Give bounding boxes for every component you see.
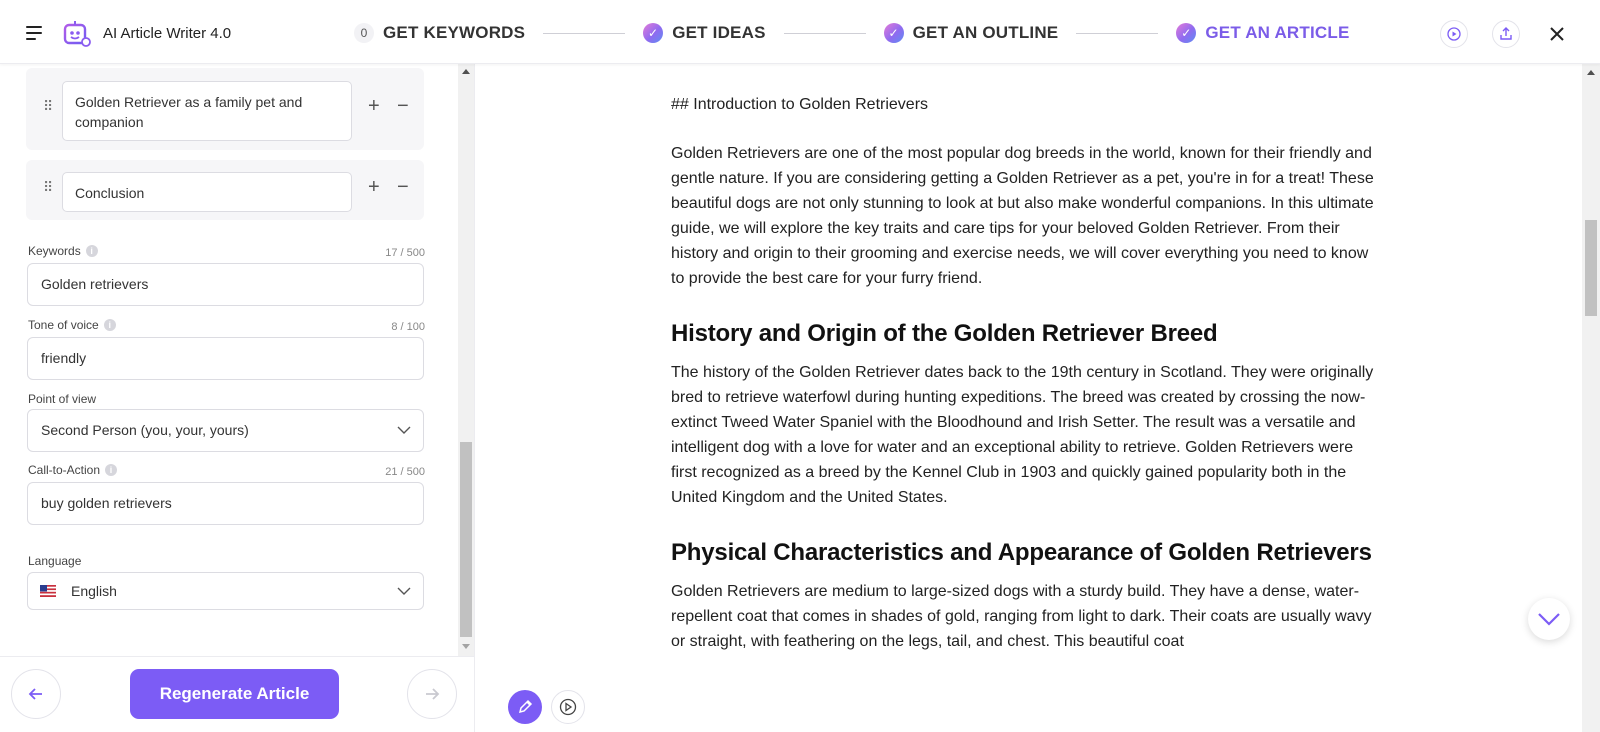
step-get-keywords[interactable]: 0 GET KEYWORDS <box>354 23 525 43</box>
pov-value: Second Person (you, your, yours) <box>41 422 249 438</box>
outline-item-input[interactable]: Golden Retriever as a family pet and com… <box>62 81 352 141</box>
chevron-down-icon <box>1538 613 1560 626</box>
language-select[interactable]: English <box>27 572 424 610</box>
top-bar: AI Article Writer 4.0 0 GET KEYWORDS ✓ G… <box>0 0 1600 64</box>
share-icon <box>1500 27 1512 40</box>
minus-icon[interactable]: − <box>397 95 409 118</box>
scroll-thumb[interactable] <box>460 442 472 637</box>
us-flag-icon <box>40 585 56 597</box>
settings-scroll-area[interactable]: ⠿ Golden Retriever as a family pet and c… <box>0 64 458 656</box>
info-icon[interactable]: i <box>105 464 118 476</box>
edit-button[interactable] <box>508 690 542 724</box>
info-icon[interactable]: i <box>103 319 116 331</box>
step-get-outline[interactable]: ✓ GET AN OUTLINE <box>883 23 1059 43</box>
tone-label: Tone of voice i <box>28 318 116 332</box>
article-markdown-heading: ## Introduction to Golden Retrievers <box>671 96 929 113</box>
minus-icon[interactable]: − <box>397 176 409 199</box>
settings-footer: Regenerate Article <box>0 656 474 732</box>
step-connector <box>543 32 626 34</box>
step-label: GET AN ARTICLE <box>1205 23 1350 42</box>
keywords-label: Keywords i <box>28 244 98 258</box>
scroll-up-arrow[interactable] <box>462 69 470 74</box>
article-heading: History and Origin of the Golden Retriev… <box>671 320 1218 347</box>
step-progress: 0 GET KEYWORDS ✓ GET IDEAS ✓ GET AN OUTL… <box>354 18 1350 48</box>
outline-item-input[interactable]: Conclusion <box>62 172 352 212</box>
arrow-left-icon <box>28 688 42 700</box>
app-title: AI Article Writer 4.0 <box>103 25 232 42</box>
plus-icon[interactable]: + <box>368 95 380 118</box>
article-heading: Physical Characteristics and Appearance … <box>671 539 1372 566</box>
check-icon: ✓ <box>643 23 664 43</box>
keywords-label-text: Keywords <box>28 244 81 258</box>
back-button[interactable] <box>11 669 61 719</box>
step-label: GET AN OUTLINE <box>912 23 1059 42</box>
article-paragraph: Golden Retrievers are one of the most po… <box>671 145 1374 287</box>
scroll-down-arrow[interactable] <box>462 644 470 649</box>
article-paragraph: The history of the Golden Retriever date… <box>671 364 1374 506</box>
robot-logo-icon <box>63 21 91 47</box>
chevron-down-icon <box>397 426 411 434</box>
play-icon <box>1447 27 1461 41</box>
play-icon <box>559 698 577 716</box>
step-get-ideas[interactable]: ✓ GET IDEAS <box>643 23 765 43</box>
cta-counter: 21 / 500 <box>385 466 425 478</box>
check-icon: ✓ <box>883 23 904 43</box>
check-icon: ✓ <box>1176 23 1197 43</box>
info-icon[interactable]: i <box>85 245 98 257</box>
language-label-text: Language <box>28 554 82 568</box>
step-number: 0 <box>354 23 374 43</box>
article-paragraph: Golden Retrievers are medium to large-si… <box>671 583 1372 650</box>
tone-counter: 8 / 100 <box>391 321 425 333</box>
article-scrollbar[interactable] <box>1582 64 1600 732</box>
next-button[interactable] <box>407 669 457 719</box>
settings-panel: ⠿ Golden Retriever as a family pet and c… <box>0 64 475 732</box>
regenerate-article-button[interactable]: Regenerate Article <box>130 669 339 719</box>
arrow-right-icon <box>426 688 440 700</box>
outline-item: ⠿ Golden Retriever as a family pet and c… <box>26 68 424 150</box>
article-view[interactable]: ## Introduction to Golden Retrievers Gol… <box>476 64 1582 732</box>
outline-item: ⠿ Conclusion + − <box>26 160 424 220</box>
share-button[interactable] <box>1492 20 1520 48</box>
step-connector <box>1076 32 1159 34</box>
chevron-down-icon <box>397 587 411 595</box>
cta-label-text: Call-to-Action <box>28 463 101 477</box>
pov-select[interactable]: Second Person (you, your, yours) <box>27 409 424 452</box>
read-aloud-button[interactable] <box>551 690 585 724</box>
drag-icon[interactable]: ⠿ <box>43 179 53 196</box>
drag-icon[interactable]: ⠿ <box>43 98 53 115</box>
settings-scrollbar[interactable] <box>458 64 474 656</box>
scroll-to-bottom-button[interactable] <box>1528 598 1570 640</box>
language-value: English <box>71 583 117 599</box>
close-icon[interactable] <box>1548 25 1566 43</box>
keywords-input[interactable]: Golden retrievers <box>27 263 424 306</box>
scroll-thumb[interactable] <box>1585 220 1597 316</box>
language-label: Language <box>28 554 81 568</box>
step-connector <box>783 32 866 34</box>
pov-label-text: Point of view <box>28 392 97 406</box>
cta-label: Call-to-Action i <box>28 463 118 477</box>
step-label: GET KEYWORDS <box>383 23 526 42</box>
tone-label-text: Tone of voice <box>28 318 99 332</box>
step-label: GET IDEAS <box>672 23 766 42</box>
menu-icon[interactable] <box>26 26 44 40</box>
play-button[interactable] <box>1440 20 1468 48</box>
pov-label: Point of view <box>28 392 96 406</box>
keywords-counter: 17 / 500 <box>385 247 425 259</box>
article-content: ## Introduction to Golden Retrievers Gol… <box>671 92 1381 680</box>
cta-input[interactable]: buy golden retrievers <box>27 482 424 525</box>
step-get-article[interactable]: ✓ GET AN ARTICLE <box>1176 23 1349 43</box>
scroll-up-arrow[interactable] <box>1587 70 1595 75</box>
plus-icon[interactable]: + <box>368 176 380 199</box>
tone-input[interactable]: friendly <box>27 337 424 380</box>
pencil-icon <box>518 699 533 714</box>
